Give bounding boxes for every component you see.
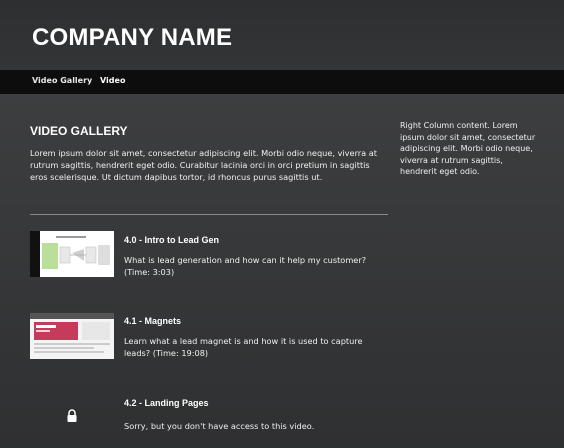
site-header: COMPANY NAME bbox=[0, 0, 564, 70]
video-title-magnets[interactable]: 4.1 - Magnets bbox=[124, 316, 181, 326]
webpage-thumbnail-image bbox=[30, 313, 114, 359]
nav-item-video-gallery[interactable]: Video Gallery bbox=[32, 76, 92, 85]
nav-item-video[interactable]: Video bbox=[100, 76, 125, 85]
video-title-intro-lead-gen[interactable]: 4.0 - Intro to Lead Gen bbox=[124, 235, 219, 245]
video-title-landing-pages: 4.2 - Landing Pages bbox=[124, 398, 209, 408]
gallery-description: Lorem ipsum dolor sit amet, consectetur … bbox=[30, 148, 378, 182]
page-title: VIDEO GALLERY bbox=[30, 124, 128, 138]
top-nav: Video Gallery Video bbox=[0, 70, 564, 94]
video-thumbnail-intro-lead-gen[interactable] bbox=[30, 231, 114, 277]
video-access-denied-message: Sorry, but you don't have access to this… bbox=[124, 421, 315, 431]
main-content: VIDEO GALLERY Lorem ipsum dolor sit amet… bbox=[0, 94, 564, 448]
diagram-thumbnail-image bbox=[30, 231, 114, 277]
lock-icon bbox=[67, 409, 77, 422]
company-name: COMPANY NAME bbox=[32, 24, 233, 51]
right-column-text: Right Column content. Lorem ipsum dolor … bbox=[400, 121, 536, 176]
video-description-magnets: Learn what a lead magnet is and how it i… bbox=[124, 336, 363, 358]
video-description-intro-lead-gen: What is lead generation and how can it h… bbox=[124, 255, 367, 277]
divider bbox=[30, 214, 388, 215]
video-thumbnail-magnets[interactable] bbox=[30, 313, 114, 359]
